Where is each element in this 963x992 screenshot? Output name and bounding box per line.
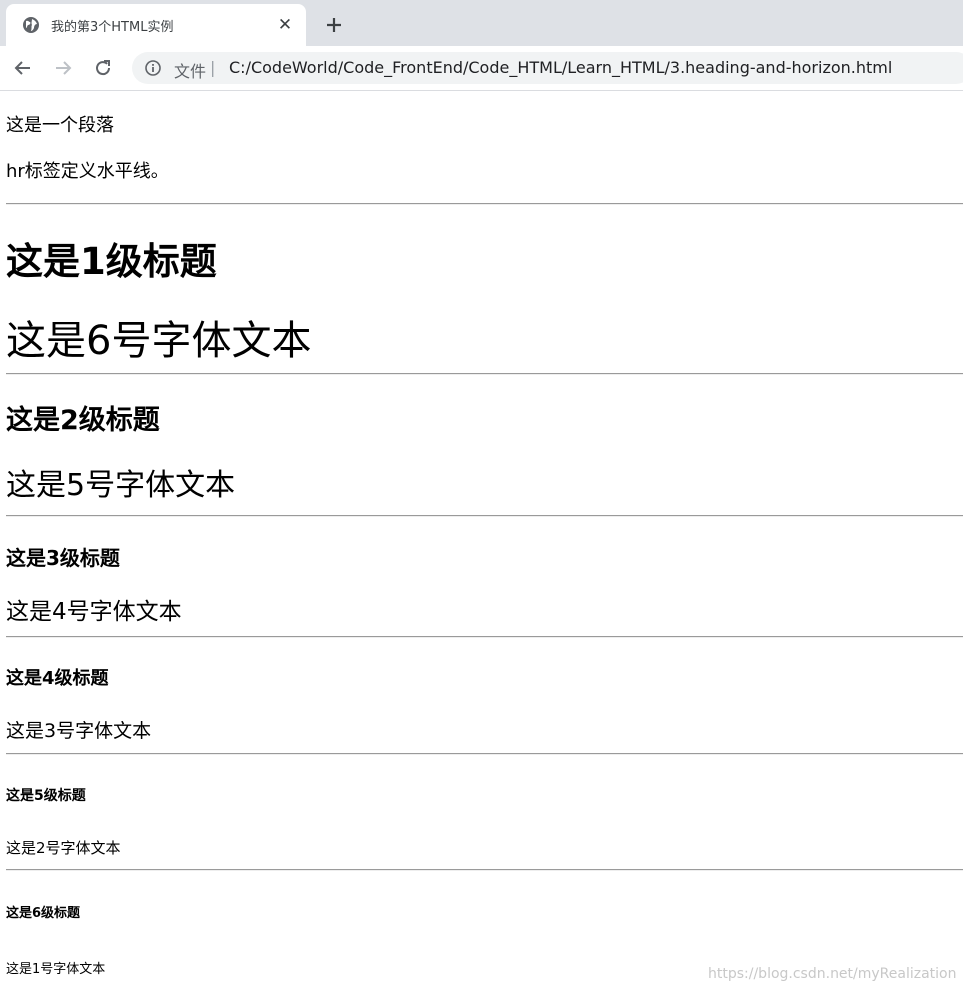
tab-title: 我的第3个HTML实例 [51,20,174,35]
reload-icon[interactable] [91,56,115,80]
horizontal-rule [6,373,963,375]
font-size-3-text: 这是3号字体文本 [6,720,152,742]
horizontal-rule [6,636,963,638]
heading-6: 这是6级标题 [6,906,81,921]
watermark: https://blog.csdn.net/myRealization [708,966,957,982]
heading-1: 这是1级标题 [6,240,217,283]
font-size-1-text: 这是1号字体文本 [6,962,106,977]
address-bar[interactable]: 文件 | C:/CodeWorld/Code_FrontEnd/Code_HTM… [132,52,963,84]
horizontal-rule [6,515,963,517]
page-content: 这是一个段落 hr标签定义水平线。 这是1级标题 这是6号字体文本 这是2级标题… [0,91,963,992]
heading-4: 这是4级标题 [6,668,109,689]
horizontal-rule [6,753,963,755]
horizontal-rule [6,203,963,205]
font-size-6-text: 这是6号字体文本 [6,318,312,364]
paragraph-2: hr标签定义水平线。 [6,161,169,182]
url-text[interactable]: C:/CodeWorld/Code_FrontEnd/Code_HTML/Lea… [229,58,892,77]
close-tab-icon[interactable]: ✕ [274,14,296,36]
font-size-5-text: 这是5号字体文本 [6,468,236,503]
new-tab-icon[interactable] [322,13,346,37]
horizontal-rule [6,869,963,871]
forward-arrow-icon[interactable] [51,56,75,80]
address-separator: | [210,58,216,77]
tab-strip: 我的第3个HTML实例 ✕ [0,0,963,46]
heading-2: 这是2级标题 [6,405,160,436]
heading-3: 这是3级标题 [6,546,120,570]
font-size-2-text: 这是2号字体文本 [6,839,121,857]
browser-toolbar: 文件 | C:/CodeWorld/Code_FrontEnd/Code_HTM… [0,46,963,91]
active-tab[interactable]: 我的第3个HTML实例 ✕ [6,4,306,46]
info-icon[interactable] [144,59,162,77]
font-size-4-text: 这是4号字体文本 [6,599,182,625]
back-arrow-icon[interactable] [11,56,35,80]
paragraph-1: 这是一个段落 [6,115,114,136]
heading-5: 这是5级标题 [6,788,86,804]
file-label: 文件 [174,62,207,81]
globe-icon [23,17,39,33]
